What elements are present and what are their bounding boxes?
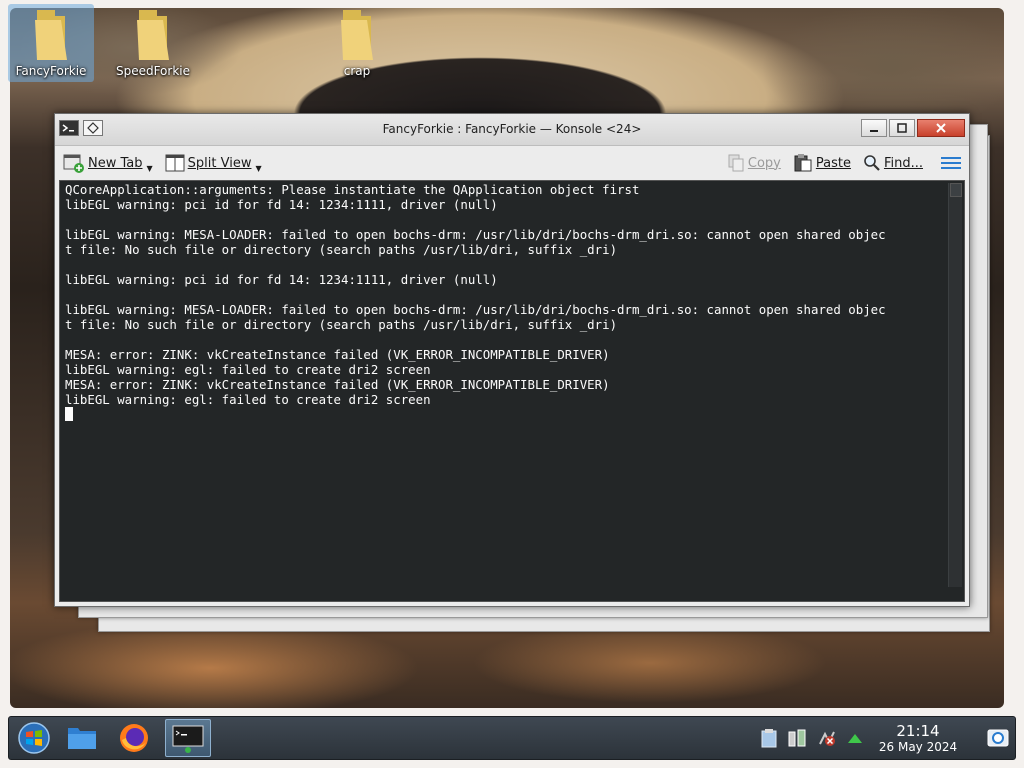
terminal-icon [172, 725, 204, 753]
copy-label: Copy [747, 155, 781, 171]
terminal-line: MESA: error: ZINK: vkCreateInstance fail… [65, 347, 610, 362]
window-title: FancyForkie : FancyForkie — Konsole <24> [382, 122, 642, 136]
device-notifier-icon[interactable] [787, 728, 807, 748]
paste-button[interactable]: Paste [793, 154, 851, 172]
hamburger-menu-icon[interactable] [941, 157, 961, 169]
find-label: Find... [883, 155, 923, 171]
find-button[interactable]: Find... [863, 154, 923, 172]
copy-button[interactable]: Copy [727, 154, 781, 172]
resize-grip-icon[interactable] [950, 589, 962, 599]
maximize-button[interactable] [889, 119, 915, 137]
terminal-cursor-line [65, 407, 942, 422]
taskbar-konsole[interactable] [165, 719, 211, 757]
maximize-icon [897, 123, 907, 133]
terminal-line: QCoreApplication::arguments: Please inst… [65, 182, 640, 197]
chevron-down-icon: ▼ [255, 163, 262, 173]
taskbar-firefox[interactable] [113, 719, 155, 757]
terminal-line: libEGL warning: pci id for fd 14: 1234:1… [65, 272, 498, 287]
terminal-line: libEGL warning: MESA-LOADER: failed to o… [65, 227, 886, 242]
terminal-line: t file: No such file or directory (searc… [65, 317, 618, 332]
terminal-scrollbar[interactable] [948, 183, 962, 587]
search-icon [864, 155, 880, 171]
new-tab-icon [63, 154, 84, 173]
terminal-line: libEGL warning: pci id for fd 14: 1234:1… [65, 197, 498, 212]
terminal-line: libEGL warning: MESA-LOADER: failed to o… [65, 302, 886, 317]
folder-icon [341, 10, 373, 60]
desktop-icon-fancyforkie[interactable]: FancyForkie [8, 4, 94, 82]
desktop-icon-crap[interactable]: crap [314, 4, 400, 82]
terminal-output: QCoreApplication::arguments: Please inst… [65, 182, 942, 422]
text-cursor [65, 407, 73, 421]
copy-icon [728, 154, 744, 172]
folder-icon [35, 10, 67, 60]
new-tab-button[interactable]: New Tab ▼ [63, 153, 153, 173]
konsole-window: FancyForkie : FancyForkie — Konsole <24>… [54, 113, 970, 607]
terminal-line: libEGL warning: egl: failed to create dr… [65, 392, 431, 407]
digital-clock[interactable]: 21:14 26 May 2024 [873, 722, 963, 754]
terminal-area[interactable]: QCoreApplication::arguments: Please inst… [59, 180, 965, 602]
paste-label: Paste [815, 155, 851, 171]
close-button[interactable] [917, 119, 965, 137]
clipboard-icon[interactable] [759, 728, 779, 748]
terminal-line: MESA: error: ZINK: vkCreateInstance fail… [65, 377, 610, 392]
desktop-icon-label: crap [343, 64, 371, 78]
paste-icon [794, 154, 812, 172]
terminal-line: libEGL warning: egl: failed to create dr… [65, 362, 431, 377]
clock-date: 26 May 2024 [878, 740, 958, 754]
minimize-button[interactable] [861, 119, 887, 137]
network-disconnected-icon[interactable] [817, 728, 837, 748]
chevron-down-icon: ▼ [146, 163, 153, 173]
split-view-icon [165, 154, 185, 172]
new-tab-label: New Tab [88, 155, 143, 171]
system-tray: 21:14 26 May 2024 [755, 717, 1015, 759]
desktop-icon-label: SpeedForkie [115, 64, 191, 78]
firefox-icon [120, 724, 148, 752]
windows-orb-icon [18, 722, 50, 754]
expand-arrow-icon[interactable] [845, 728, 865, 748]
taskbar: 21:14 26 May 2024 [8, 716, 1016, 760]
split-view-button[interactable]: Split View ▼ [165, 154, 262, 173]
start-menu-button[interactable] [13, 719, 55, 757]
clock-time: 21:14 [896, 722, 940, 740]
konsole-toolbar: New Tab ▼ Split View ▼ Copy Paste Find..… [55, 146, 969, 180]
show-desktop-icon[interactable] [987, 727, 1009, 749]
terminal-line: t file: No such file or directory (searc… [65, 242, 618, 257]
minimize-icon [870, 130, 878, 132]
title-bar[interactable]: FancyForkie : FancyForkie — Konsole <24> [55, 114, 969, 146]
scrollbar-thumb[interactable] [950, 183, 962, 197]
desktop-icon-label: FancyForkie [15, 64, 87, 78]
taskbar-file-manager[interactable] [61, 719, 103, 757]
folder-icon [68, 728, 96, 749]
folder-icon [137, 10, 169, 60]
close-icon [936, 123, 946, 133]
split-view-label: Split View [187, 155, 252, 171]
desktop-icon-speedforkie[interactable]: SpeedForkie [110, 4, 196, 82]
